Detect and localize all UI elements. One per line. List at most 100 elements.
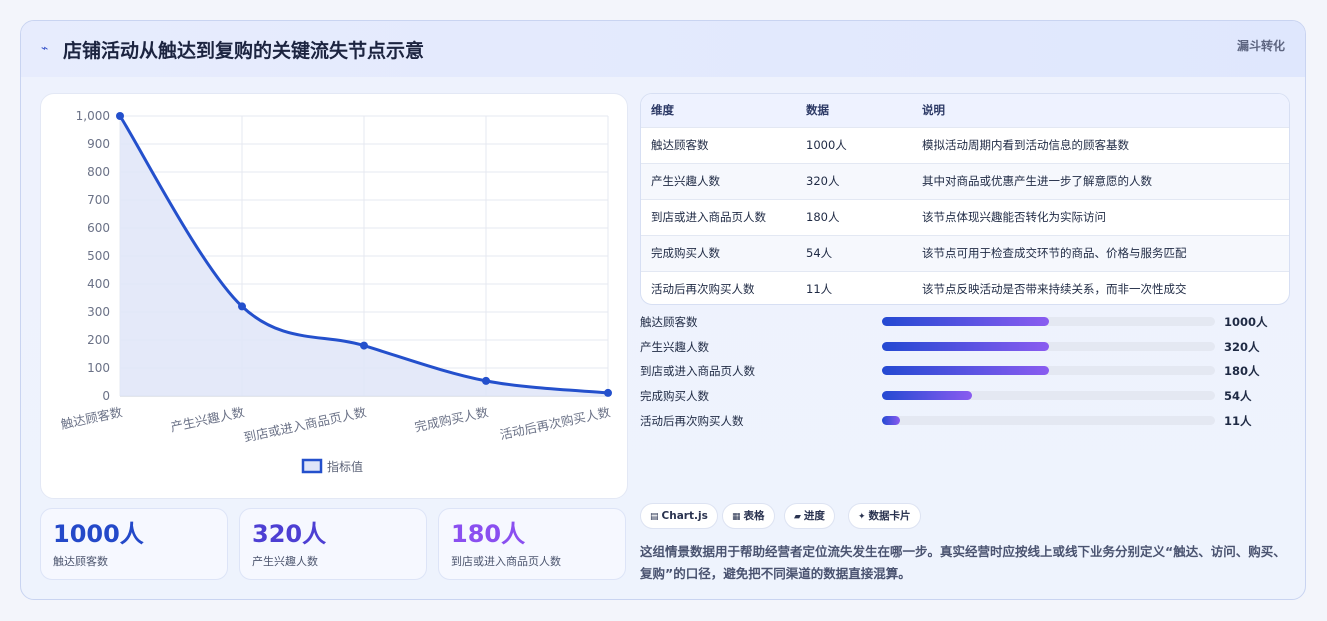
y-tick-label: 900 bbox=[87, 137, 110, 151]
x-tick-label: 活动后再次购买人数 bbox=[498, 404, 612, 442]
progress-row: 活动后再次购买人数 11人 bbox=[640, 410, 1300, 430]
y-tick-label: 0 bbox=[102, 389, 110, 403]
funnel-card: ⌁ 店铺活动从触达到复购的关键流失节点示意 漏斗转化 0 100 200 300 400… bbox=[20, 20, 1306, 600]
stat-value: 320人 bbox=[252, 520, 327, 548]
y-tick-label: 200 bbox=[87, 333, 110, 347]
table-cell: 54人 bbox=[806, 246, 833, 260]
trend-line-icon: ⌁ bbox=[41, 41, 49, 55]
tag-label: Chart.js bbox=[661, 510, 708, 522]
progress-value: 180人 bbox=[1224, 364, 1260, 378]
stat-value: 180人 bbox=[451, 520, 526, 548]
progress-label: 触达顾客数 bbox=[640, 315, 698, 329]
tag-data-card[interactable]: ✦ 数据卡片 bbox=[848, 503, 921, 529]
x-tick-label: 完成购买人数 bbox=[413, 404, 490, 434]
tag-label: 表格 bbox=[743, 510, 765, 522]
y-tick-label: 800 bbox=[87, 165, 110, 179]
table-row: 触达顾客数 1000人 模拟活动周期内看到活动信息的顾客基数 bbox=[641, 128, 1289, 164]
legend-swatch bbox=[301, 458, 323, 474]
table-cell: 其中对商品或优惠产生进一步了解意愿的人数 bbox=[922, 174, 1152, 188]
data-point bbox=[482, 376, 490, 385]
progress-track bbox=[882, 317, 1215, 326]
table-cell: 产生兴趣人数 bbox=[651, 174, 720, 188]
tag-label: 数据卡片 bbox=[868, 510, 911, 522]
table-cell: 11人 bbox=[806, 282, 833, 296]
card-header: ⌁ 店铺活动从触达到复购的关键流失节点示意 漏斗转化 bbox=[21, 21, 1305, 77]
x-tick-label: 触达顾客数 bbox=[59, 404, 124, 432]
stat-card-reach: 1000人 触达顾客数 bbox=[40, 508, 228, 580]
stat-label: 触达顾客数 bbox=[53, 555, 108, 568]
data-point bbox=[360, 341, 368, 350]
x-tick-label: 产生兴趣人数 bbox=[169, 404, 246, 434]
y-tick-label: 1,000 bbox=[76, 109, 110, 123]
progress-value: 320人 bbox=[1224, 340, 1260, 354]
progress-track bbox=[882, 342, 1215, 351]
table-cell: 该节点体现兴趣能否转化为实际访问 bbox=[922, 210, 1106, 224]
table-cell: 该节点可用于检查成交环节的商品、价格与服务匹配 bbox=[922, 246, 1187, 260]
stat-label: 产生兴趣人数 bbox=[252, 555, 318, 568]
progress-label: 产生兴趣人数 bbox=[640, 340, 709, 354]
tag-label: 进度 bbox=[803, 510, 825, 522]
y-tick-label: 300 bbox=[87, 305, 110, 319]
table-cell: 1000人 bbox=[806, 138, 847, 152]
table-cell: 模拟活动周期内看到活动信息的顾客基数 bbox=[922, 138, 1129, 152]
table-cell: 180人 bbox=[806, 210, 840, 224]
table-row: 产生兴趣人数 320人 其中对商品或优惠产生进一步了解意愿的人数 bbox=[641, 164, 1289, 200]
line-chart: 0 100 200 300 400 500 600 700 800 900 1,000 触达顾客数 产生… bbox=[59, 109, 612, 474]
progress-value: 1000人 bbox=[1224, 315, 1268, 329]
data-point bbox=[238, 302, 246, 311]
progress-track bbox=[882, 416, 1215, 425]
y-tick-label: 500 bbox=[87, 249, 110, 263]
progress-track bbox=[882, 366, 1215, 375]
stat-label: 到店或进入商品页人数 bbox=[451, 555, 561, 568]
progress-row: 完成购买人数 54人 bbox=[640, 385, 1300, 405]
progress-label: 完成购买人数 bbox=[640, 389, 709, 403]
y-tick-label: 400 bbox=[87, 277, 110, 291]
progress-fill bbox=[882, 317, 1049, 326]
data-point bbox=[116, 112, 124, 120]
stat-card-interest: 320人 产生兴趣人数 bbox=[239, 508, 427, 580]
table-row: 到店或进入商品页人数 180人 该节点体现兴趣能否转化为实际访问 bbox=[641, 200, 1289, 236]
progress-icon: ▰ bbox=[794, 512, 801, 522]
column-header: 数据 bbox=[806, 103, 829, 117]
stat-value: 1000人 bbox=[53, 520, 144, 548]
y-tick-label: 600 bbox=[87, 221, 110, 235]
chart-icon: ▤ bbox=[650, 512, 659, 522]
description-note: 这组情景数据用于帮助经营者定位流失发生在哪一步。真实经营时应按线上或线下业务分别… bbox=[640, 544, 1286, 581]
stat-card-visit: 180人 到店或进入商品页人数 bbox=[438, 508, 626, 580]
progress-label: 到店或进入商品页人数 bbox=[640, 364, 755, 378]
column-header: 说明 bbox=[922, 103, 945, 117]
progress-track bbox=[882, 391, 1215, 400]
x-tick-label: 到店或进入商品页人数 bbox=[242, 404, 368, 445]
table-icon: ▦ bbox=[732, 512, 741, 522]
progress-fill bbox=[882, 416, 901, 425]
metrics-table: 维度 数据 说明 触达顾客数 1000人 模拟活动周期内看到活动信息的顾客基数 … bbox=[640, 93, 1290, 305]
progress-fill bbox=[882, 391, 972, 400]
table-cell: 该节点反映活动是否带来持续关系，而非一次性成交 bbox=[922, 282, 1187, 296]
table-header-row: 维度 数据 说明 bbox=[641, 94, 1289, 128]
table-cell: 活动后再次购买人数 bbox=[651, 282, 755, 296]
tag-progress[interactable]: ▰ 进度 bbox=[784, 503, 835, 529]
table-cell: 320人 bbox=[806, 174, 840, 188]
sparkle-icon: ✦ bbox=[858, 512, 866, 522]
table-row: 活动后再次购买人数 11人 该节点反映活动是否带来持续关系，而非一次性成交 bbox=[641, 272, 1289, 304]
progress-row: 产生兴趣人数 320人 bbox=[640, 336, 1300, 356]
category-tag: 漏斗转化 bbox=[1236, 39, 1285, 53]
legend-label: 指标值 bbox=[327, 459, 363, 474]
column-header: 维度 bbox=[651, 103, 674, 117]
table-cell: 完成购买人数 bbox=[651, 246, 720, 260]
table-cell: 触达顾客数 bbox=[651, 138, 709, 152]
y-tick-label: 700 bbox=[87, 193, 110, 207]
page-title: 店铺活动从触达到复购的关键流失节点示意 bbox=[63, 40, 425, 62]
progress-value: 54人 bbox=[1224, 389, 1252, 403]
progress-label: 活动后再次购买人数 bbox=[640, 414, 744, 428]
progress-row: 到店或进入商品页人数 180人 bbox=[640, 360, 1300, 380]
progress-fill bbox=[882, 366, 1049, 375]
tag-chartjs[interactable]: ▤ Chart.js bbox=[640, 503, 718, 529]
progress-fill bbox=[882, 342, 1049, 351]
data-point bbox=[604, 388, 612, 397]
line-chart-panel: 0 100 200 300 400 500 600 700 800 900 1,000 触达顾客数 产生… bbox=[40, 93, 628, 499]
table-cell: 到店或进入商品页人数 bbox=[651, 210, 766, 224]
progress-value: 11人 bbox=[1224, 414, 1252, 428]
tag-table[interactable]: ▦ 表格 bbox=[722, 503, 775, 529]
table-row: 完成购买人数 54人 该节点可用于检查成交环节的商品、价格与服务匹配 bbox=[641, 236, 1289, 272]
